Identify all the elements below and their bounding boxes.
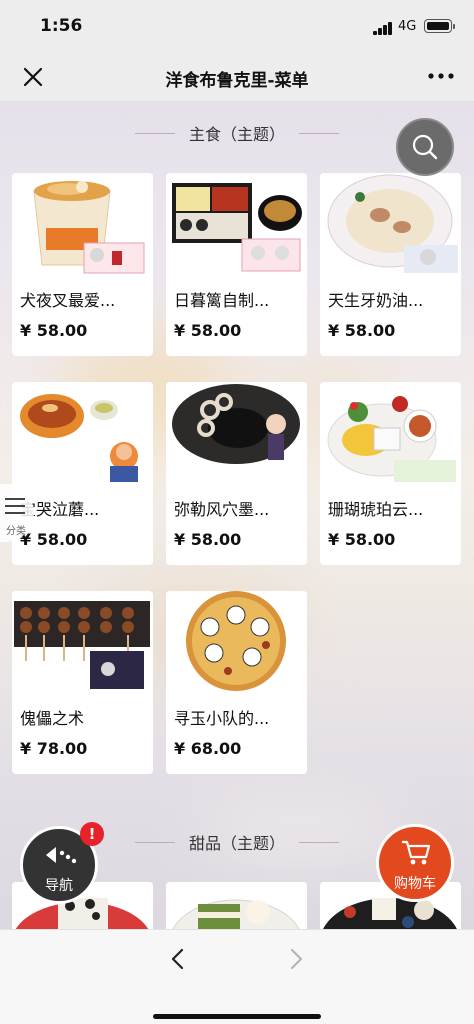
menu-card[interactable]: 弥勒风穴墨... ¥ 58.00 bbox=[166, 382, 307, 565]
search-icon bbox=[412, 134, 438, 160]
dish-name: 弥勒风穴墨... bbox=[174, 500, 270, 519]
list-icon bbox=[5, 498, 25, 514]
dish-name: 天生牙奶油... bbox=[328, 291, 424, 310]
dish-price: ¥ 58.00 bbox=[20, 321, 88, 340]
search-button[interactable] bbox=[396, 118, 454, 176]
page-title: 洋食布鲁克里-菜单 bbox=[165, 71, 309, 91]
dish-image-noodle-cup bbox=[12, 173, 153, 276]
menu-card[interactable]: 傀儡之术 ¥ 78.00 bbox=[12, 591, 153, 774]
section-label: 主食（主题） bbox=[188, 125, 285, 144]
nav-bar: 洋食布鲁克里-菜单 bbox=[0, 54, 474, 101]
section-label: 甜品（主题） bbox=[188, 834, 285, 853]
dish-price: ¥ 58.00 bbox=[174, 530, 242, 549]
home-indicator bbox=[153, 1014, 321, 1019]
chevron-left-icon[interactable] bbox=[166, 946, 192, 972]
navigation-label: 导航 bbox=[45, 878, 73, 894]
more-icon[interactable] bbox=[428, 72, 454, 80]
dish-image-cream-pasta bbox=[320, 173, 461, 276]
network-label: 4G bbox=[398, 19, 417, 34]
battery-icon bbox=[424, 19, 455, 33]
menu-content[interactable]: 主食（主题） 犬夜叉最爱... ¥ 58.00 日暮篱自制... ¥ 58.00… bbox=[0, 101, 474, 929]
signal-icon bbox=[373, 22, 395, 35]
dish-image-mushroom-gratin bbox=[12, 382, 153, 485]
dish-image-squid-ink-rice bbox=[166, 382, 307, 485]
chevron-right-icon[interactable] bbox=[282, 946, 308, 972]
status-bar: 1:56 4G bbox=[0, 0, 474, 54]
menu-card[interactable]: 日暮篱自制... ¥ 58.00 bbox=[166, 173, 307, 356]
cart-button[interactable]: 购物车 bbox=[376, 824, 454, 902]
dish-price: ¥ 68.00 bbox=[174, 739, 242, 758]
menu-card[interactable]: 寻玉小队的... ¥ 68.00 bbox=[166, 591, 307, 774]
dish-price: ¥ 78.00 bbox=[20, 739, 88, 758]
category-label: 分类 bbox=[6, 526, 26, 537]
dish-name: 傀儡之术 bbox=[20, 709, 85, 728]
dish-image-omelette-plate bbox=[320, 382, 461, 485]
dessert-image-matcha-cake bbox=[166, 882, 307, 929]
status-time: 1:56 bbox=[40, 16, 83, 36]
dish-price: ¥ 58.00 bbox=[174, 321, 242, 340]
dish-price: ¥ 58.00 bbox=[20, 530, 88, 549]
menu-card[interactable] bbox=[166, 882, 307, 929]
menu-card[interactable]: 犬夜叉最爱... ¥ 58.00 bbox=[12, 173, 153, 356]
cart-icon bbox=[402, 840, 431, 865]
dish-name: 宝哭泣蘑... bbox=[20, 500, 100, 519]
menu-card[interactable]: 宝哭泣蘑... ¥ 58.00 bbox=[12, 382, 153, 565]
dish-name: 日暮篱自制... bbox=[174, 291, 270, 310]
notification-badge: ! bbox=[80, 822, 104, 846]
dish-name: 寻玉小队的... bbox=[174, 709, 270, 728]
cart-label: 购物车 bbox=[394, 876, 436, 892]
dish-name: 珊瑚琥珀云... bbox=[328, 500, 424, 519]
dish-image-skewers bbox=[12, 591, 153, 694]
menu-card[interactable]: 天生牙奶油... ¥ 58.00 bbox=[320, 173, 461, 356]
dish-image-bento bbox=[166, 173, 307, 276]
dish-name: 犬夜叉最爱... bbox=[20, 291, 116, 310]
navigation-dots-icon bbox=[46, 847, 77, 864]
menu-card[interactable]: 珊瑚琥珀云... ¥ 58.00 bbox=[320, 382, 461, 565]
dish-image-pizza bbox=[166, 591, 307, 694]
dish-price: ¥ 58.00 bbox=[328, 530, 396, 549]
dish-price: ¥ 58.00 bbox=[328, 321, 396, 340]
browser-toolbar bbox=[0, 929, 474, 1024]
